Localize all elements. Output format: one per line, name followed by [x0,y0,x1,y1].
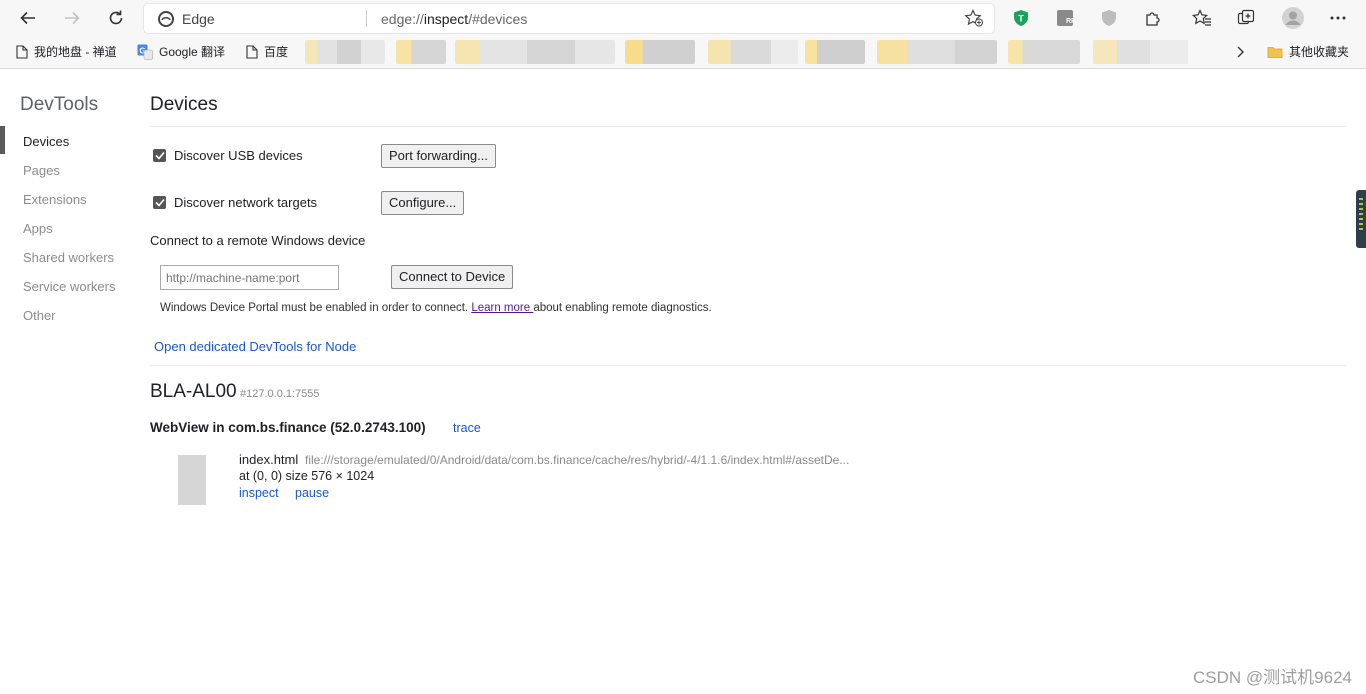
obscured-bookmark[interactable] [1008,40,1080,64]
edge-label: Edge [182,11,215,27]
check-icon [154,198,165,207]
sidebar-item-apps[interactable]: Apps [23,221,53,236]
shield-gray-extension-icon[interactable] [1098,7,1120,29]
folder-icon [1267,45,1283,59]
refresh-icon [109,10,123,25]
obscured-bookmark[interactable] [625,40,695,64]
trace-link[interactable]: trace [453,421,481,435]
configure-button[interactable]: Configure... [381,191,465,215]
url-host: inspect [423,11,469,27]
page-icon [246,44,258,59]
google-translate-icon: G [137,44,153,60]
shield-extension-icon[interactable]: T [1010,7,1032,29]
forward-arrow-icon [65,11,80,25]
discover-usb-row: Discover USB devices [153,148,303,163]
sidebar-item-shared-workers[interactable]: Shared workers [23,250,114,265]
svg-text:T: T [1018,14,1024,24]
connect-remote-heading: Connect to a remote Windows device [150,233,366,248]
other-favorites-folder[interactable]: 其他收藏夹 [1267,43,1349,60]
back-button[interactable] [14,4,42,32]
watermark: CSDN @测试机9624 [1193,668,1352,687]
url-text[interactable]: edge://inspect/#devices [381,11,527,27]
pause-link[interactable]: pause [295,486,329,500]
bookmark-label: Google 翻译 [159,45,226,59]
other-favorites-label: 其他收藏夹 [1289,45,1350,59]
address-separator [366,10,367,27]
machine-name-input[interactable] [160,265,339,290]
discover-network-label: Discover network targets [174,195,318,210]
refresh-button[interactable] [102,4,130,32]
obscured-bookmark[interactable] [305,40,385,64]
forward-button[interactable] [58,4,86,32]
url-scheme: edge:// [381,11,424,27]
svg-text:RP: RP [1066,18,1074,25]
obscured-bookmark[interactable] [708,40,798,64]
side-widget-handle[interactable] [1356,190,1366,248]
hint-text: Windows Device Portal must be enabled in… [160,302,472,314]
discover-network-checkbox[interactable] [153,196,166,209]
bookmark-label: 我的地盘 - 禅道 [34,45,117,59]
favorites-icon[interactable] [1191,7,1213,29]
inspect-link[interactable]: inspect [239,486,279,500]
collections-icon[interactable] [1235,7,1257,29]
add-favorite-icon[interactable] [964,9,984,30]
sidebar-item-other[interactable]: Other [23,308,56,323]
obscured-bookmark[interactable] [805,40,865,64]
target-thumbnail [178,455,206,505]
device-name: BLA-AL00 [150,381,237,402]
profile-avatar-icon[interactable] [1281,6,1305,30]
sidebar-item-service-workers[interactable]: Service workers [23,279,115,294]
extensions-puzzle-icon[interactable] [1142,7,1164,29]
target-url: file:///storage/emulated/0/Android/data/… [305,453,850,467]
active-nav-indicator [0,126,5,154]
sidebar-item-devices[interactable]: Devices [23,134,69,149]
page-title: Devices [150,94,218,115]
target-name: index.html [239,452,299,467]
check-icon [154,151,165,160]
devtools-sidebar: DevTools Devices Pages Extensions Apps S… [0,70,140,694]
device-portal-hint: Windows Device Portal must be enabled in… [160,302,712,314]
title-divider [150,126,1346,127]
port-forwarding-button[interactable]: Port forwarding... [381,144,496,168]
url-path: /#devices [468,11,528,27]
bookmark-google-translate[interactable]: G Google 翻译 [137,43,225,60]
address-bar[interactable]: Edge edge://inspect/#devices [144,4,994,33]
discover-network-row: Discover network targets [153,195,317,210]
obscured-bookmark[interactable] [396,40,446,64]
devtools-title: DevTools [20,94,99,115]
webview-browser-title: WebView in com.bs.finance (52.0.2743.100… [150,420,426,435]
learn-more-link[interactable]: Learn more [471,302,533,314]
bookmarks-bar: 我的地盘 - 禅道 G Google 翻译 百度 其他收藏夹 [0,36,1366,69]
open-node-devtools-link[interactable]: Open dedicated DevTools for Node [154,339,356,354]
device-serial: #127.0.0.1:7555 [240,388,320,400]
target-position-size: at (0, 0) size 576 × 1024 [239,469,375,483]
obscured-bookmark[interactable] [1093,40,1188,64]
bookmark-zentao[interactable]: 我的地盘 - 禅道 [16,43,117,60]
bookmark-label: 百度 [264,45,289,59]
more-menu-icon[interactable] [1327,7,1349,29]
section-divider [150,365,1346,366]
connect-to-device-button[interactable]: Connect to Device [391,265,514,289]
obscured-bookmark[interactable] [877,40,997,64]
sidebar-item-extensions[interactable]: Extensions [23,192,87,207]
bookmarks-overflow-button[interactable] [1236,45,1246,59]
back-arrow-icon [20,11,35,25]
obscured-bookmark[interactable] [455,40,615,64]
hint-text-end: about enabling remote diagnostics. [533,302,712,314]
discover-usb-checkbox[interactable] [153,149,166,162]
sidebar-item-pages[interactable]: Pages [23,163,60,178]
discover-usb-label: Discover USB devices [174,148,303,163]
bookmark-baidu[interactable]: 百度 [246,43,288,60]
edge-logo-icon [158,11,174,30]
browser-toolbar: Edge edge://inspect/#devices T RP [0,0,1366,36]
chevron-right-icon [1237,46,1244,58]
page-icon [16,44,28,59]
rp-extension-icon[interactable]: RP [1054,7,1076,29]
